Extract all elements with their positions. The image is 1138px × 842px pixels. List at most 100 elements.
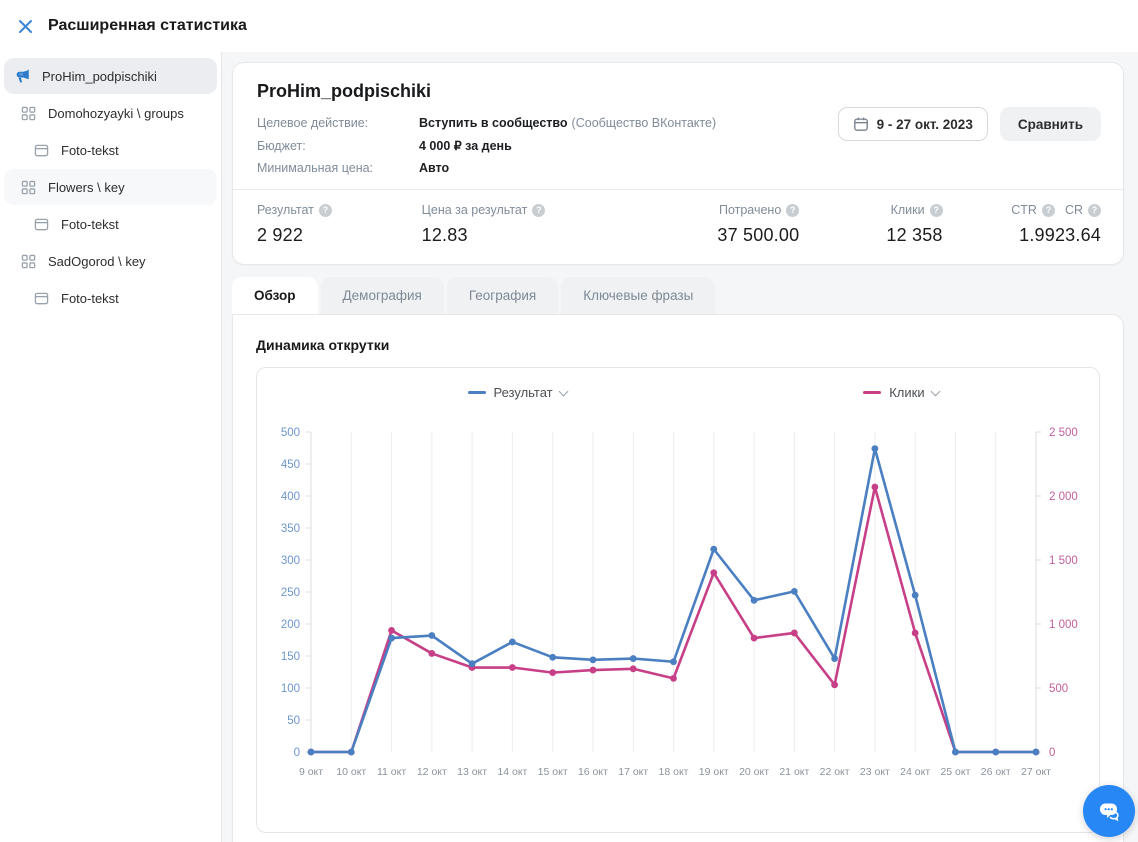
stat-value: 1.99 [1019, 225, 1055, 246]
stat-cost-per-result: Цена за результат? 12.83 [422, 203, 630, 246]
stat-label: CTR [1011, 203, 1037, 217]
data-point[interactable] [670, 658, 677, 665]
data-point[interactable] [509, 664, 516, 671]
data-point[interactable] [710, 569, 717, 576]
tab-demography[interactable]: Демография [321, 277, 444, 314]
close-icon[interactable] [14, 15, 36, 37]
x-axis-tick-label: 16 окт [578, 766, 608, 778]
data-point[interactable] [992, 749, 999, 756]
data-point[interactable] [952, 749, 959, 756]
help-icon[interactable]: ? [930, 204, 943, 217]
sidebar-item-label: Foto-tekst [61, 217, 119, 232]
help-icon[interactable]: ? [1088, 204, 1101, 217]
data-point[interactable] [630, 655, 637, 662]
x-axis-tick-label: 23 окт [860, 766, 890, 778]
data-point[interactable] [549, 654, 556, 661]
legend-item-clicks[interactable]: Клики [863, 385, 938, 400]
sidebar-item-foto-tekst-2[interactable]: Foto-tekst [4, 206, 217, 242]
data-point[interactable] [630, 665, 637, 672]
sidebar-item-foto-tekst-3[interactable]: Foto-tekst [4, 280, 217, 316]
help-icon[interactable]: ? [319, 204, 332, 217]
sidebar-item-sadogorod-key[interactable]: SadOgorod \ key [4, 243, 217, 279]
x-axis-tick-label: 24 окт [900, 766, 930, 778]
data-point[interactable] [912, 630, 919, 637]
tab-key-phrases[interactable]: Ключевые фразы [561, 277, 715, 314]
stats-row: Результат? 2 922 Цена за результат? 12.8… [257, 190, 1101, 246]
stat-result: Результат? 2 922 [257, 203, 422, 246]
calendar-icon [853, 116, 869, 132]
data-point[interactable] [791, 630, 798, 637]
data-point[interactable] [388, 627, 395, 634]
date-range-button[interactable]: 9 - 27 окт. 2023 [838, 107, 988, 141]
data-point[interactable] [831, 655, 838, 662]
data-point[interactable] [590, 667, 597, 674]
card-icon [31, 214, 51, 234]
legend-item-result[interactable]: Результат [468, 385, 567, 400]
data-point[interactable] [871, 484, 878, 491]
stat-value: 12 358 [886, 225, 942, 246]
grid-icon [18, 103, 38, 123]
date-range-label: 9 - 27 окт. 2023 [877, 117, 973, 132]
stat-label: Клики [891, 203, 925, 217]
compare-button[interactable]: Сравнить [1000, 107, 1101, 141]
campaign-sidebar: ProHim_podpischiki Domohozyayki \ groups… [0, 52, 222, 842]
info-row-min-price: Минимальная цена: Авто [257, 161, 1101, 175]
x-axis-tick-label: 19 окт [699, 766, 729, 778]
stat-value: 37 500.00 [717, 225, 799, 246]
stat-clicks: Клики? 12 358 [799, 203, 942, 246]
help-icon[interactable]: ? [786, 204, 799, 217]
campaign-summary-card: ProHim_podpischiki Целевое действие: Вст… [232, 62, 1124, 265]
data-point[interactable] [308, 749, 315, 756]
legend-label: Результат [494, 385, 553, 400]
data-point[interactable] [348, 749, 355, 756]
main-content: ProHim_podpischiki Целевое действие: Вст… [222, 52, 1138, 842]
left-axis-tick-label: 500 [281, 427, 300, 439]
left-axis-tick-label: 250 [281, 587, 300, 599]
chart-section-title: Динамика открутки [256, 337, 1100, 353]
line-chart: 05010015020025030035040045050005001 0001… [257, 414, 1101, 832]
stat-label: Потрачено [719, 203, 781, 217]
left-axis-tick-label: 400 [281, 491, 300, 503]
left-axis-tick-label: 150 [281, 651, 300, 663]
sidebar-item-label: Flowers \ key [48, 180, 125, 195]
left-axis-tick-label: 200 [281, 619, 300, 631]
info-label: Бюджет: [257, 139, 419, 153]
support-chat-button[interactable] [1083, 785, 1135, 837]
sidebar-item-domohozyayki-groups[interactable]: Domohozyayki \ groups [4, 95, 217, 131]
data-point[interactable] [388, 635, 395, 642]
data-point[interactable] [831, 681, 838, 688]
data-point[interactable] [670, 675, 677, 682]
data-point[interactable] [871, 445, 878, 452]
data-point[interactable] [509, 639, 516, 646]
right-axis-tick-label: 500 [1049, 683, 1068, 695]
data-point[interactable] [428, 632, 435, 639]
x-axis-tick-label: 17 окт [618, 766, 648, 778]
data-point[interactable] [710, 546, 717, 553]
stat-value: 23.64 [1055, 225, 1101, 246]
chevron-down-icon [930, 386, 940, 396]
x-axis-tick-label: 26 окт [981, 766, 1011, 778]
help-icon[interactable]: ? [1042, 204, 1055, 217]
data-point[interactable] [590, 656, 597, 663]
tab-overview[interactable]: Обзор [232, 277, 318, 314]
sidebar-item-foto-tekst-1[interactable]: Foto-tekst [4, 132, 217, 168]
data-point[interactable] [912, 592, 919, 599]
sidebar-item-prohim-podpischiki[interactable]: ProHim_podpischiki [4, 58, 217, 94]
sidebar-item-flowers-key[interactable]: Flowers \ key [4, 169, 217, 205]
right-axis-tick-label: 1 500 [1049, 555, 1078, 567]
info-label: Целевое действие: [257, 116, 419, 130]
x-axis-tick-label: 27 окт [1021, 766, 1051, 778]
data-point[interactable] [751, 597, 758, 604]
right-axis-tick-label: 2 500 [1049, 427, 1078, 439]
sidebar-item-label: ProHim_podpischiki [42, 69, 157, 84]
tab-geography[interactable]: География [447, 277, 558, 314]
data-point[interactable] [428, 650, 435, 657]
help-icon[interactable]: ? [532, 204, 545, 217]
data-point[interactable] [1033, 749, 1040, 756]
left-axis-tick-label: 0 [294, 747, 300, 759]
x-axis-tick-label: 13 окт [457, 766, 487, 778]
data-point[interactable] [751, 635, 758, 642]
data-point[interactable] [791, 588, 798, 595]
data-point[interactable] [469, 660, 476, 667]
data-point[interactable] [549, 669, 556, 676]
